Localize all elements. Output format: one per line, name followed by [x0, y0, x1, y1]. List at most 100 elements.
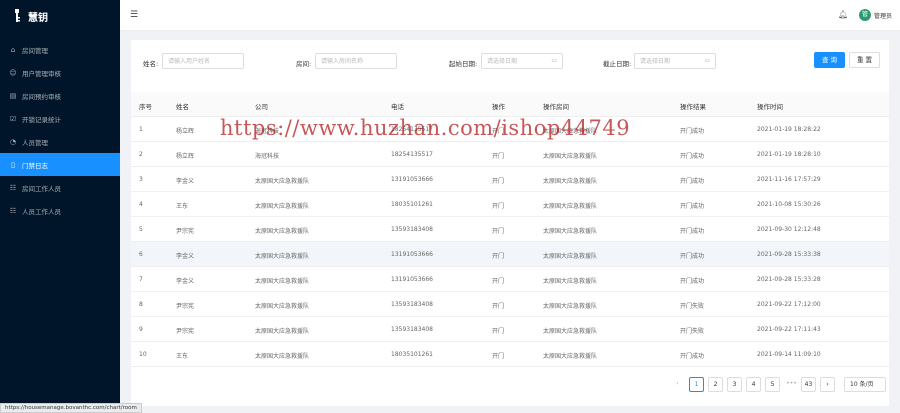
sidebar-item-0[interactable]: ⌂ 房间管理 [0, 38, 120, 61]
home-icon: ⌂ [10, 45, 16, 54]
name-input[interactable] [163, 54, 243, 68]
sidebar-item-label: 房间管理 [22, 46, 48, 55]
column-header[interactable]: 操作房间 [543, 101, 569, 111]
start-date-input[interactable] [482, 54, 562, 68]
table-cell: 2021-09-22 17:11:43 [757, 326, 821, 333]
room-input[interactable] [316, 54, 396, 68]
column-header[interactable]: 操作时间 [757, 101, 783, 111]
end-date-label: 截止日期: [603, 60, 632, 68]
table-cell: 开门成功 [680, 353, 705, 360]
table-row[interactable]: 4 王东 太原国大应急救援队 18035101261 开门 太原国大应急救援队 开门成功 20… [131, 192, 889, 217]
column-header[interactable]: 操作结果 [680, 101, 706, 111]
table-cell: 太原国大应急救援队 [543, 303, 598, 310]
table-row[interactable]: 8 尹宗宪 太原国大应急救援队 13593183408 开门 太原国大应急救援队 开门失败 2… [131, 292, 889, 317]
table-cell: 开门成功 [680, 253, 705, 260]
person-icon: ◔ [9, 137, 17, 146]
sidebar-item-label: 人员工作人员 [22, 207, 61, 216]
table-cell: 5 [139, 226, 143, 233]
table-cell: 杨立辉 [176, 153, 195, 160]
table-cell: 太原国大应急救援队 [543, 203, 598, 210]
sidebar-item-label: 用户管理审核 [22, 69, 61, 78]
logo[interactable]: 慧钥 [0, 0, 120, 32]
table-cell: 太原国大应急救援队 [255, 328, 310, 335]
page-button[interactable]: 1 [689, 377, 704, 392]
prev-page-button[interactable]: ‹ [670, 377, 685, 392]
room-label: 房间: [296, 60, 312, 68]
table-cell: 太原国大应急救援队 [543, 278, 598, 285]
table-cell: 13593183408 [391, 326, 433, 333]
menu-fold-icon[interactable]: ☰ [130, 10, 140, 20]
table-cell: 2021-11-16 17:57:29 [757, 176, 821, 183]
page-ellipsis[interactable]: ••• [784, 377, 799, 392]
filter-bar: 姓名: 房间: 起始日期: ▭ 截止日期: ▭ 查 询 重 置 [131, 40, 889, 88]
table-cell: 开门 [492, 328, 505, 335]
table-cell: 海冠科技 [255, 153, 280, 160]
sidebar-item-2[interactable]: ▤ 房间预约审核 [0, 84, 120, 107]
bell-icon[interactable]: 🔔︎ [838, 10, 848, 19]
table-cell: 太原国大应急救援队 [255, 353, 310, 360]
sidebar-item-5[interactable]: ▯ 门禁日志 [0, 153, 120, 176]
table-cell: 李金义 [176, 278, 195, 285]
room-input-wrap[interactable] [315, 53, 397, 69]
user-name[interactable]: 管理员 [874, 11, 892, 20]
sidebar-item-6[interactable]: ☷ 房间工作人员 [0, 176, 120, 199]
table-row[interactable]: 1 杨立辉 海冠科技 18254135517 开门 太原国大应急救援队 开门成功 2021-0… [131, 117, 889, 142]
table-cell: 13593183408 [391, 226, 433, 233]
table-cell: 开门 [492, 153, 505, 160]
page-button[interactable]: 5 [765, 377, 780, 392]
column-header[interactable]: 电话 [391, 101, 404, 111]
sidebar-item-3[interactable]: ☑ 开锁记录统计 [0, 107, 120, 130]
table-cell: 太原国大应急救援队 [543, 178, 598, 185]
start-date-picker[interactable]: ▭ [481, 53, 563, 69]
table-cell: 8 [139, 301, 143, 308]
query-button[interactable]: 查 询 [814, 52, 845, 68]
top-header: ☰ 🔔︎ 管 管理员 [120, 0, 900, 31]
page-button[interactable]: 4 [746, 377, 761, 392]
table-row[interactable]: 9 尹宗宪 太原国大应急救援队 13593183408 开门 太原国大应急救援队 开门失败 2… [131, 317, 889, 342]
page-button[interactable]: 2 [708, 377, 723, 392]
log-table: 序号 姓名 公司 电话 操作 操作房间 操作结果 操作时间 1 杨立辉 海冠科技 182541355… [131, 92, 889, 367]
table-row[interactable]: 6 李金义 太原国大应急救援队 13191053666 开门 太原国大应急救援队 开门成功 2… [131, 242, 889, 267]
sidebar-item-label: 门禁日志 [22, 161, 48, 170]
table-cell: 13191053666 [391, 176, 433, 183]
sidebar-item-label: 房间工作人员 [22, 184, 61, 193]
table-row[interactable]: 7 李金义 太原国大应急救援队 13191053666 开门 太原国大应急救援队 开门成功 2… [131, 267, 889, 292]
table-row[interactable]: 10 王东 太原国大应急救援队 18035101261 开门 太原国大应急救援队 开门成功 2… [131, 342, 889, 367]
reset-button[interactable]: 重 置 [849, 52, 880, 68]
table-cell: 开门成功 [680, 203, 705, 210]
table-cell: 开门成功 [680, 128, 705, 135]
page-button-last[interactable]: 43 [801, 377, 816, 392]
table-cell: 2021-09-30 12:12:48 [757, 226, 821, 233]
column-header[interactable]: 操作 [492, 101, 505, 111]
table-cell: 太原国大应急救援队 [255, 303, 310, 310]
table-row[interactable]: 2 杨立辉 海冠科技 18254135517 开门 太原国大应急救援队 开门成功 2021-0… [131, 142, 889, 167]
page-button[interactable]: 3 [727, 377, 742, 392]
column-header[interactable]: 姓名 [176, 101, 189, 111]
next-page-button[interactable]: › [820, 377, 835, 392]
table-cell: 13191053666 [391, 276, 433, 283]
table-row[interactable]: 5 尹宗宪 太原国大应急救援队 13593183408 开门 太原国大应急救援队 开门成功 2… [131, 217, 889, 242]
table-cell: 太原国大应急救援队 [543, 253, 598, 260]
sidebar-item-7[interactable]: ☷ 人员工作人员 [0, 199, 120, 222]
table-cell: 李金义 [176, 253, 195, 260]
end-date-picker[interactable]: ▭ [634, 53, 716, 69]
column-header[interactable]: 公司 [255, 101, 268, 111]
table-cell: 开门成功 [680, 228, 705, 235]
table-cell: 18254135517 [391, 126, 433, 133]
table-cell: 18035101261 [391, 201, 433, 208]
column-header[interactable]: 序号 [139, 101, 152, 111]
sidebar-item-1[interactable]: ☺ 用户管理审核 [0, 61, 120, 84]
end-date-input[interactable] [635, 54, 715, 68]
table-cell: 10 [139, 351, 147, 358]
table-cell: 2 [139, 151, 143, 158]
page-size-select[interactable]: 10 条/页 [844, 377, 886, 392]
table-cell: 开门 [492, 253, 505, 260]
avatar[interactable]: 管 [859, 9, 871, 21]
table-cell: 2021-01-19 18:28:22 [757, 126, 821, 133]
name-input-wrap[interactable] [162, 53, 244, 69]
table-row[interactable]: 3 李金义 太原国大应急救援队 13191053666 开门 太原国大应急救援队 开门成功 2… [131, 167, 889, 192]
table-cell: 2021-10-08 15:30:26 [757, 201, 821, 208]
table-cell: 2021-09-28 15:33:28 [757, 276, 821, 283]
sidebar-item-4[interactable]: ◔ 人员管理 [0, 130, 120, 153]
logo-text: 慧钥 [28, 12, 48, 24]
